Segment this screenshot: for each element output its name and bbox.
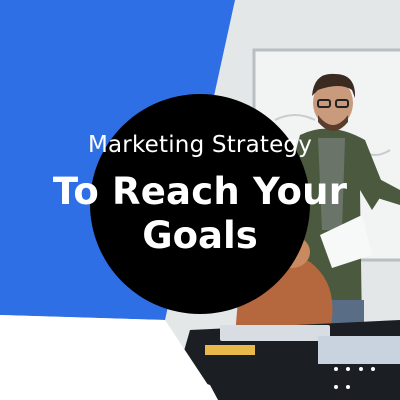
headline-line-2: Goals <box>142 214 258 257</box>
dot <box>334 367 338 371</box>
subtitle-text: Marketing Strategy <box>87 132 313 158</box>
dot <box>358 367 363 371</box>
dot <box>334 385 338 389</box>
headline-line-1: To Reach Your <box>52 170 348 213</box>
decorative-dots <box>334 358 390 389</box>
promo-graphic: Marketing Strategy To Reach Your Goals <box>0 0 400 400</box>
